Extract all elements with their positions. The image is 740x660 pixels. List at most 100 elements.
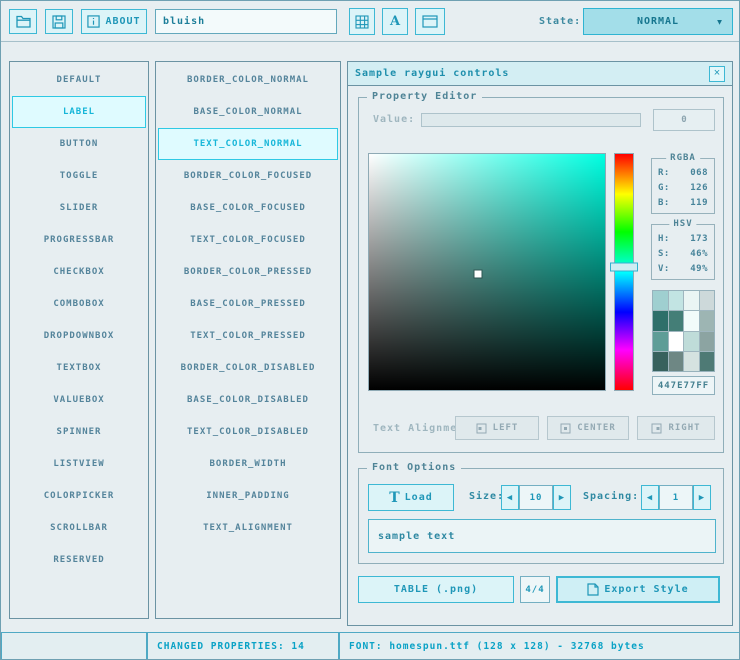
hue-slider-handle[interactable] <box>610 263 638 272</box>
properties-list: BORDER_COLOR_NORMAL BASE_COLOR_NORMAL TE… <box>155 61 341 619</box>
property-item-base-color-normal[interactable]: BASE_COLOR_NORMAL <box>158 96 338 128</box>
palette-swatch[interactable] <box>700 291 715 310</box>
controls-item-dropdownbox[interactable]: DROPDOWNBOX <box>12 320 146 352</box>
hsv-row-s: S:46% <box>652 247 714 262</box>
controls-list: DEFAULT LABEL BUTTON TOGGLE SLIDER PROGR… <box>9 61 149 619</box>
property-item-base-color-focused[interactable]: BASE_COLOR_FOCUSED <box>158 192 338 224</box>
open-style-button[interactable] <box>9 9 37 34</box>
hsv-panel-title: HSV <box>669 219 696 229</box>
about-button-label: ABOUT <box>105 16 140 27</box>
size-decrease-button[interactable]: ◀ <box>501 485 519 510</box>
property-item-text-alignment[interactable]: TEXT_ALIGNMENT <box>158 512 338 544</box>
size-increase-button[interactable]: ▶ <box>553 485 571 510</box>
controls-item-textbox[interactable]: TEXTBOX <box>12 352 146 384</box>
save-style-button[interactable] <box>45 9 73 34</box>
property-item-base-color-pressed[interactable]: BASE_COLOR_PRESSED <box>158 288 338 320</box>
palette-swatch[interactable] <box>653 311 668 330</box>
palette-swatch[interactable] <box>700 352 715 371</box>
palette-swatch[interactable] <box>653 332 668 351</box>
spacing-decrease-button[interactable]: ◀ <box>641 485 659 510</box>
palette-swatch[interactable] <box>669 332 684 351</box>
property-item-border-color-focused[interactable]: BORDER_COLOR_FOCUSED <box>158 160 338 192</box>
palette-swatch[interactable] <box>669 311 684 330</box>
palette-swatch[interactable] <box>684 311 699 330</box>
window-view-button[interactable] <box>415 8 445 35</box>
style-name-input[interactable] <box>155 9 337 34</box>
export-file-icon <box>587 583 599 596</box>
controls-item-checkbox[interactable]: CHECKBOX <box>12 256 146 288</box>
font-view-button[interactable]: A <box>382 8 408 35</box>
arrow-left-icon: ◀ <box>507 493 513 503</box>
property-item-border-color-disabled[interactable]: BORDER_COLOR_DISABLED <box>158 352 338 384</box>
controls-item-valuebox[interactable]: VALUEBOX <box>12 384 146 416</box>
controls-item-reserved[interactable]: RESERVED <box>12 544 146 576</box>
export-style-button[interactable]: Export Style <box>556 576 720 603</box>
hue-slider[interactable] <box>614 153 634 391</box>
property-item-text-color-pressed[interactable]: TEXT_COLOR_PRESSED <box>158 320 338 352</box>
align-center-icon <box>560 423 571 434</box>
property-item-border-color-normal[interactable]: BORDER_COLOR_NORMAL <box>158 64 338 96</box>
color-picker-area[interactable] <box>368 153 606 391</box>
palette-swatch[interactable] <box>669 291 684 310</box>
sample-window-titlebar[interactable]: Sample raygui controls × <box>348 62 732 86</box>
palette-swatch[interactable] <box>684 332 699 351</box>
value-box[interactable]: 0 <box>653 109 715 131</box>
value-slider[interactable] <box>421 113 641 127</box>
property-item-text-color-normal[interactable]: TEXT_COLOR_NORMAL <box>158 128 338 160</box>
state-dropdown[interactable]: NORMAL ▼ <box>583 8 733 35</box>
letter-a-icon: A <box>390 14 400 29</box>
controls-item-slider[interactable]: SLIDER <box>12 192 146 224</box>
export-table-button[interactable]: TABLE (.png) <box>358 576 514 603</box>
spacing-value-box[interactable]: 1 <box>659 485 693 510</box>
palette-swatch[interactable] <box>653 352 668 371</box>
controls-item-toggle[interactable]: TOGGLE <box>12 160 146 192</box>
controls-item-label[interactable]: LABEL <box>12 96 146 128</box>
spacing-increase-button[interactable]: ▶ <box>693 485 711 510</box>
controls-item-button[interactable]: BUTTON <box>12 128 146 160</box>
close-window-button[interactable]: × <box>709 66 725 82</box>
color-picker-cursor[interactable] <box>474 271 481 278</box>
palette-swatch[interactable] <box>700 332 715 351</box>
hex-value-box[interactable]: 447E77FF <box>652 376 715 395</box>
align-center-button[interactable]: CENTER <box>547 416 629 440</box>
controls-item-progressbar[interactable]: PROGRESSBAR <box>12 224 146 256</box>
controls-item-combobox[interactable]: COMBOBOX <box>12 288 146 320</box>
controls-item-spinner[interactable]: SPINNER <box>12 416 146 448</box>
value-label: Value: <box>373 114 415 125</box>
palette-swatch[interactable] <box>684 352 699 371</box>
state-dropdown-value: NORMAL <box>637 16 679 27</box>
property-item-border-width[interactable]: BORDER_WIDTH <box>158 448 338 480</box>
property-item-border-color-pressed[interactable]: BORDER_COLOR_PRESSED <box>158 256 338 288</box>
property-item-inner-padding[interactable]: INNER_PADDING <box>158 480 338 512</box>
controls-item-scrollbar[interactable]: SCROLLBAR <box>12 512 146 544</box>
palette-swatch[interactable] <box>653 291 668 310</box>
property-item-base-color-disabled[interactable]: BASE_COLOR_DISABLED <box>158 384 338 416</box>
align-right-icon <box>651 423 662 434</box>
palette-swatch[interactable] <box>669 352 684 371</box>
text-t-icon: T <box>389 490 399 506</box>
controls-item-listview[interactable]: LISTVIEW <box>12 448 146 480</box>
style-table-view-button[interactable] <box>349 8 375 35</box>
value-box-text: 0 <box>681 115 686 125</box>
property-item-text-color-focused[interactable]: TEXT_COLOR_FOCUSED <box>158 224 338 256</box>
floppy-icon <box>52 15 66 29</box>
rgba-panel-title: RGBA <box>666 153 700 163</box>
font-options-group: Font Options T Load Size: ◀ 10 ▶ Spacing… <box>358 468 724 564</box>
sample-text-box[interactable]: sample text <box>368 519 716 553</box>
close-icon: × <box>714 68 720 79</box>
rgba-panel: RGBA R:068 G:126 B:119 <box>651 158 715 214</box>
about-button[interactable]: ABOUT <box>81 9 147 34</box>
controls-item-colorpicker[interactable]: COLORPICKER <box>12 480 146 512</box>
toolbar: ABOUT A State: NORMAL ▼ <box>1 1 739 42</box>
page-indicator: 4/4 <box>520 576 550 603</box>
property-item-text-color-disabled[interactable]: TEXT_COLOR_DISABLED <box>158 416 338 448</box>
palette-swatch[interactable] <box>684 291 699 310</box>
load-font-button[interactable]: T Load <box>368 484 454 511</box>
palette-swatch[interactable] <box>700 311 715 330</box>
rgba-row-r: R:068 <box>652 166 714 181</box>
controls-item-default[interactable]: DEFAULT <box>12 64 146 96</box>
align-left-button[interactable]: LEFT <box>455 416 539 440</box>
size-value-box[interactable]: 10 <box>519 485 553 510</box>
size-label: Size: <box>469 491 504 502</box>
align-right-button[interactable]: RIGHT <box>637 416 715 440</box>
